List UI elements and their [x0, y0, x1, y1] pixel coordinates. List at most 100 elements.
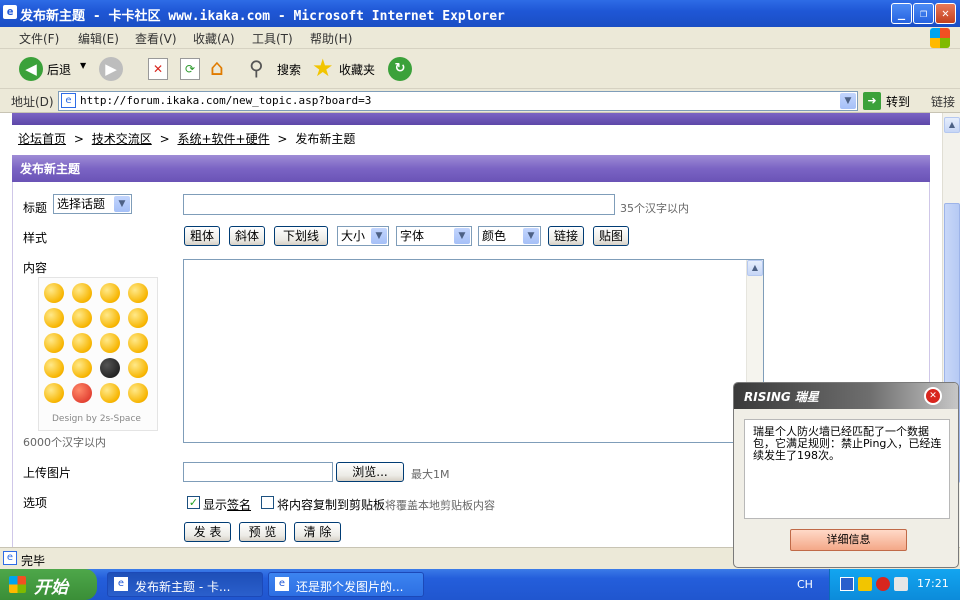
- menu-file[interactable]: 文件(F): [19, 30, 59, 47]
- search-icon[interactable]: ⚲: [249, 56, 264, 80]
- topic-select[interactable]: 选择话题 ▼: [53, 194, 132, 214]
- clear-button[interactable]: 清 除: [294, 522, 341, 542]
- taskbar-item-image-post[interactable]: e 还是那个发图片的...: [268, 572, 424, 597]
- menu-edit[interactable]: 编辑(E): [78, 30, 119, 47]
- breadcrumb-board-link[interactable]: 系统+软件+硬件: [177, 132, 269, 146]
- underline-button[interactable]: 下划线: [274, 226, 328, 246]
- maximize-button[interactable]: ❐: [913, 3, 934, 24]
- upload-file-input[interactable]: [183, 462, 333, 482]
- menu-view[interactable]: 查看(V): [135, 30, 177, 47]
- clipboard-option-label: 将内容复制到剪贴板: [277, 498, 386, 512]
- details-button[interactable]: 详细信息: [790, 529, 907, 551]
- popup-header: RISING 瑞星 ✕: [734, 383, 958, 409]
- emoticon-sleepy-icon[interactable]: [44, 358, 64, 378]
- emoticon-laugh-icon[interactable]: [128, 308, 148, 328]
- favorites-star-icon[interactable]: ★: [312, 54, 334, 82]
- status-page-icon: e: [3, 551, 17, 565]
- close-button[interactable]: ✕: [935, 3, 956, 24]
- emoticon-love-icon[interactable]: [128, 283, 148, 303]
- emoticon-black-face-icon[interactable]: [100, 358, 120, 378]
- go-button-label[interactable]: 转到: [886, 93, 910, 110]
- breadcrumb-separator: >: [73, 132, 84, 146]
- breadcrumb-forum-link[interactable]: 技术交流区: [92, 132, 152, 146]
- go-arrow-icon[interactable]: ➜: [863, 92, 881, 110]
- language-indicator[interactable]: CH: [797, 578, 813, 591]
- signature-checkbox[interactable]: ✓: [187, 496, 200, 509]
- emoticon-doh-icon[interactable]: [100, 383, 120, 403]
- emoticon-kiss-icon[interactable]: [72, 333, 92, 353]
- emoticon-tongue-icon[interactable]: [44, 308, 64, 328]
- popup-message-box: 瑞星个人防火墙已经匹配了一个数据包，它满足规则：禁止Ping入，已经连续发生了1…: [744, 419, 950, 519]
- emoticon-wink-icon[interactable]: [100, 283, 120, 303]
- emoticon-sweat-icon[interactable]: [72, 358, 92, 378]
- rising-tray-icon[interactable]: [858, 577, 872, 591]
- link-button[interactable]: 链接: [548, 226, 584, 246]
- signature-option-prefix: 显示: [203, 498, 228, 512]
- ie-task-icon: e: [275, 577, 289, 591]
- stop-icon[interactable]: ✕: [148, 58, 168, 80]
- content-textarea[interactable]: ▲: [183, 259, 764, 443]
- system-tray: 17:21: [829, 569, 960, 600]
- address-input[interactable]: e http://forum.ikaka.com/new_topic.asp?b…: [58, 91, 858, 111]
- window-titlebar[interactable]: e 发布新主题 - 卡卡社区 www.ikaka.com - Microsoft…: [0, 0, 960, 27]
- address-dropdown-icon[interactable]: ▼: [840, 93, 856, 109]
- preview-button[interactable]: 预 览: [239, 522, 286, 542]
- italic-button[interactable]: 斜体: [229, 226, 265, 246]
- emoticon-cry-icon[interactable]: [128, 333, 148, 353]
- back-dropdown-icon[interactable]: ▼: [80, 61, 86, 70]
- emoticon-sick-icon[interactable]: [128, 358, 148, 378]
- font-select[interactable]: 字体 ▼: [396, 226, 472, 246]
- insert-image-button[interactable]: 贴图: [593, 226, 629, 246]
- back-arrow-icon[interactable]: ◀: [19, 57, 43, 81]
- emoticon-smile-icon[interactable]: [44, 283, 64, 303]
- emoticon-confused-icon[interactable]: [100, 333, 120, 353]
- emoticon-nerd-icon[interactable]: [128, 383, 148, 403]
- bold-button[interactable]: 粗体: [184, 226, 220, 246]
- color-select-value: 颜色: [482, 229, 507, 243]
- breadcrumb: 论坛首页 > 技术交流区 > 系统+软件+硬件 > 发布新主题: [18, 130, 355, 147]
- signature-link[interactable]: 签名: [227, 496, 251, 513]
- title-input[interactable]: [183, 194, 615, 215]
- favorites-button-label[interactable]: 收藏夹: [339, 61, 375, 78]
- menu-favorites[interactable]: 收藏(A): [193, 30, 235, 47]
- popup-close-icon[interactable]: ✕: [924, 387, 942, 405]
- search-button-label[interactable]: 搜索: [277, 61, 301, 78]
- menu-help[interactable]: 帮助(H): [310, 30, 352, 47]
- clipboard-checkbox[interactable]: [261, 496, 274, 509]
- emoticon-mad-red-icon[interactable]: [72, 383, 92, 403]
- network-icon[interactable]: [840, 577, 854, 591]
- top-purple-strip: [12, 113, 930, 125]
- upload-hint: 最大1M: [411, 468, 450, 481]
- style-label: 样式: [23, 231, 48, 245]
- forward-arrow-icon[interactable]: ▶: [99, 57, 123, 81]
- breadcrumb-separator: >: [159, 132, 170, 146]
- start-button[interactable]: 开始: [0, 569, 97, 600]
- textarea-scroll-up-icon[interactable]: ▲: [747, 260, 763, 276]
- clock[interactable]: 17:21: [917, 577, 949, 590]
- font-select-value: 字体: [400, 229, 425, 243]
- history-icon[interactable]: ↻: [388, 57, 412, 81]
- refresh-icon[interactable]: ⟳: [180, 58, 200, 80]
- emoticon-blush-icon[interactable]: [44, 333, 64, 353]
- minimize-button[interactable]: _: [891, 3, 912, 24]
- firewall-tray-icon[interactable]: [876, 577, 890, 591]
- menu-tools[interactable]: 工具(T): [252, 30, 293, 47]
- emoticon-grin-icon[interactable]: [72, 283, 92, 303]
- emoticon-angry-icon[interactable]: [44, 383, 64, 403]
- volume-tray-icon[interactable]: [894, 577, 908, 591]
- firewall-notification-popup[interactable]: RISING 瑞星 ✕ 瑞星个人防火墙已经匹配了一个数据包，它满足规则：禁止Pi…: [733, 382, 959, 568]
- size-select[interactable]: 大小 ▼: [337, 226, 389, 246]
- scroll-up-icon[interactable]: ▲: [944, 117, 960, 133]
- window-title: 发布新主题 - 卡卡社区 www.ikaka.com - Microsoft I…: [20, 9, 505, 24]
- home-icon[interactable]: ⌂: [210, 56, 224, 81]
- back-button-label[interactable]: 后退: [47, 61, 71, 78]
- topic-select-value: 选择话题: [57, 197, 106, 211]
- submit-button[interactable]: 发 表: [184, 522, 231, 542]
- taskbar-item-new-topic[interactable]: e 发布新主题 - 卡...: [107, 572, 263, 597]
- emoticon-shock-icon[interactable]: [100, 308, 120, 328]
- browse-button[interactable]: 浏览...: [336, 462, 404, 482]
- links-label[interactable]: 链接: [931, 93, 955, 110]
- color-select[interactable]: 颜色 ▼: [478, 226, 541, 246]
- breadcrumb-home-link[interactable]: 论坛首页: [18, 132, 66, 146]
- emoticon-cool-icon[interactable]: [72, 308, 92, 328]
